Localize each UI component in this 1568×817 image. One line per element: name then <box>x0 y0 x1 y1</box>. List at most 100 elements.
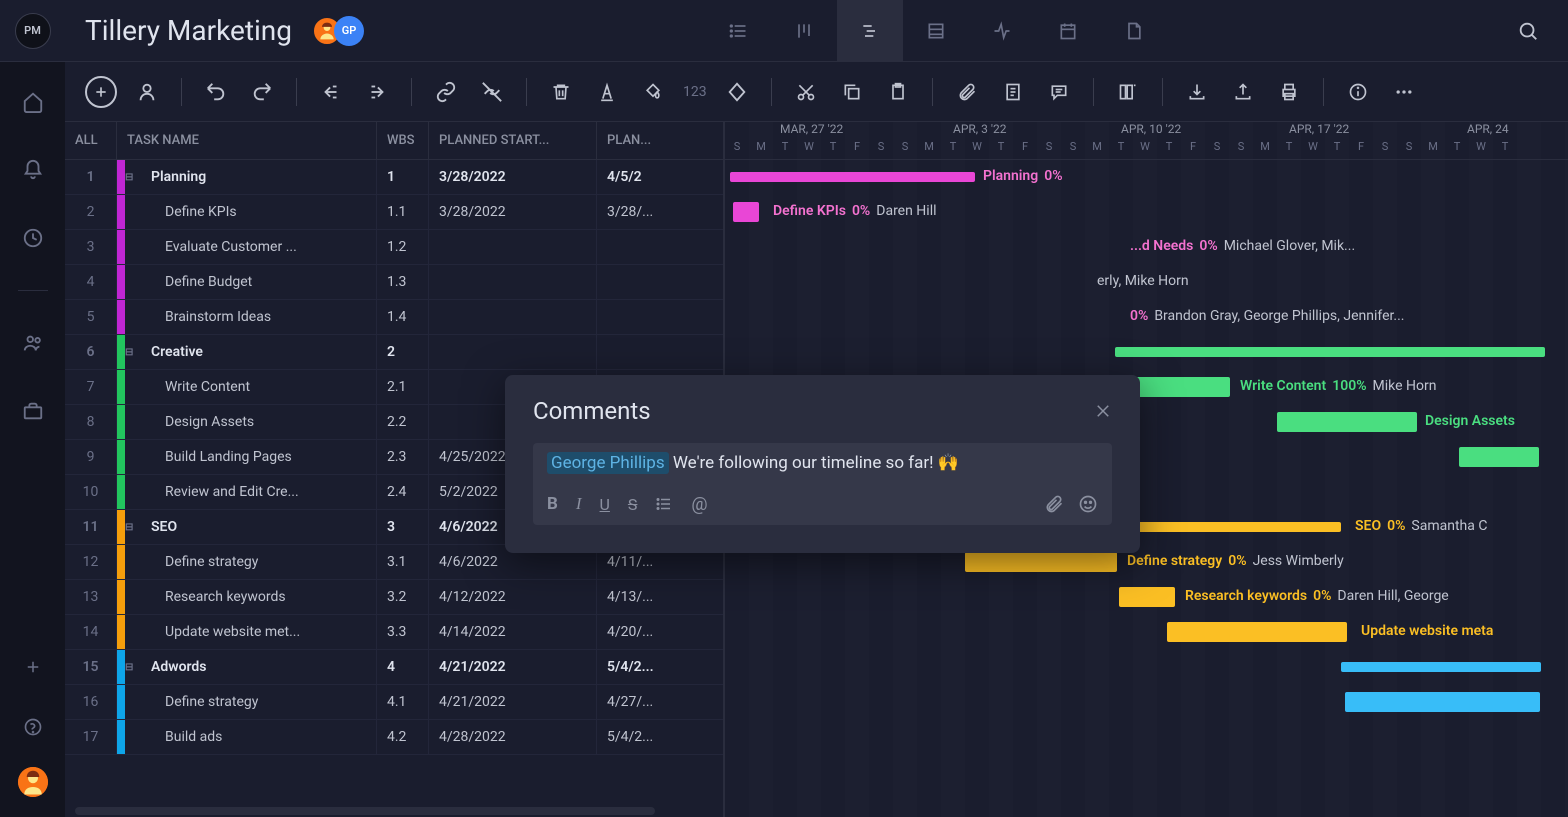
gantt-bar[interactable] <box>1115 347 1545 357</box>
import-icon[interactable] <box>1181 76 1213 108</box>
gantt-row[interactable]: Update website meta <box>725 615 1568 650</box>
redo-icon[interactable] <box>246 76 278 108</box>
cut-icon[interactable] <box>790 76 822 108</box>
table-row[interactable]: 4 Define Budget 1.3 <box>65 265 723 300</box>
italic-icon[interactable]: I <box>576 494 582 514</box>
user-avatar[interactable] <box>18 767 48 797</box>
more-icon[interactable] <box>1388 76 1420 108</box>
view-file-icon[interactable] <box>1101 0 1167 62</box>
color-icon[interactable] <box>637 76 669 108</box>
attach-icon[interactable] <box>1044 494 1064 514</box>
bell-icon[interactable] <box>13 150 53 190</box>
gantt-row[interactable]: erly, Mike Horn <box>725 265 1568 300</box>
gantt-row[interactable]: Define KPIs0%Daren Hill <box>725 195 1568 230</box>
avatar-initials[interactable]: GP <box>334 16 364 46</box>
attachment-icon[interactable] <box>951 76 983 108</box>
table-row[interactable]: 3 Evaluate Customer ... 1.2 <box>65 230 723 265</box>
briefcase-icon[interactable] <box>13 391 53 431</box>
collapse-icon[interactable]: ⊟ <box>125 522 141 533</box>
col-wbs[interactable]: WBS <box>377 122 429 159</box>
table-row[interactable]: 15 ⊟ Adwords 4 4/21/2022 5/4/2... <box>65 650 723 685</box>
table-row[interactable]: 1 ⊟ Planning 1 3/28/2022 4/5/2 <box>65 160 723 195</box>
unlink-icon[interactable] <box>476 76 508 108</box>
view-calendar-icon[interactable] <box>1035 0 1101 62</box>
gantt-row[interactable] <box>725 685 1568 720</box>
help-icon[interactable] <box>13 707 53 747</box>
col-all[interactable]: ALL <box>65 122 117 159</box>
collapse-icon[interactable]: ⊟ <box>125 172 141 183</box>
outdent-icon[interactable] <box>315 76 347 108</box>
gantt-bar[interactable] <box>1341 662 1541 672</box>
gantt-bar-label: Design Assets <box>1425 413 1515 429</box>
app-logo[interactable]: PM <box>15 13 51 49</box>
bold-icon[interactable]: B <box>547 494 558 514</box>
table-row[interactable]: 2 Define KPIs 1.1 3/28/2022 3/28/... <box>65 195 723 230</box>
notes-icon[interactable] <box>997 76 1029 108</box>
view-board-icon[interactable] <box>771 0 837 62</box>
gantt-bar[interactable] <box>1167 622 1347 642</box>
gantt-row[interactable]: 0%Brandon Gray, George Phillips, Jennife… <box>725 300 1568 335</box>
day-label: W <box>1133 140 1157 159</box>
gantt-row[interactable] <box>725 650 1568 685</box>
gantt-row[interactable]: Research keywords0%Daren Hill, George <box>725 580 1568 615</box>
table-row[interactable]: 17 Build ads 4.2 4/28/2022 5/4/2... <box>65 720 723 755</box>
col-start[interactable]: PLANNED START... <box>429 122 597 159</box>
plus-icon[interactable] <box>13 647 53 687</box>
gantt-bar[interactable] <box>1119 587 1175 607</box>
gantt-row[interactable] <box>725 720 1568 755</box>
underline-icon[interactable]: U <box>600 495 610 514</box>
link-icon[interactable] <box>430 76 462 108</box>
view-sheet-icon[interactable] <box>903 0 969 62</box>
home-icon[interactable] <box>13 82 53 122</box>
col-plan[interactable]: PLAN... <box>597 122 717 159</box>
gantt-row[interactable] <box>725 335 1568 370</box>
info-icon[interactable] <box>1342 76 1374 108</box>
search-icon[interactable] <box>1508 11 1548 51</box>
undo-icon[interactable] <box>200 76 232 108</box>
table-row[interactable]: 14 Update website met... 3.3 4/14/2022 4… <box>65 615 723 650</box>
view-gantt-icon[interactable] <box>837 0 903 62</box>
table-row[interactable]: 5 Brainstorm Ideas 1.4 <box>65 300 723 335</box>
mention-chip[interactable]: George Phillips <box>547 452 669 474</box>
gantt-bar[interactable] <box>730 172 975 182</box>
horizontal-scrollbar[interactable] <box>75 807 655 815</box>
clock-icon[interactable] <box>13 218 53 258</box>
emoji-icon[interactable] <box>1078 494 1098 514</box>
gantt-row[interactable]: Planning0% <box>725 160 1568 195</box>
view-list-icon[interactable] <box>705 0 771 62</box>
strike-icon[interactable]: S <box>628 495 638 514</box>
mention-icon[interactable]: @ <box>691 494 707 515</box>
close-icon[interactable] <box>1094 402 1112 420</box>
print-icon[interactable] <box>1273 76 1305 108</box>
people-icon[interactable] <box>13 323 53 363</box>
table-row[interactable]: 6 ⊟ Creative 2 <box>65 335 723 370</box>
paste-icon[interactable] <box>882 76 914 108</box>
add-button[interactable] <box>85 76 117 108</box>
indent-icon[interactable] <box>361 76 393 108</box>
milestone-icon[interactable] <box>721 76 753 108</box>
gantt-bar[interactable] <box>733 202 759 222</box>
col-name[interactable]: TASK NAME <box>117 122 377 159</box>
collapse-icon[interactable]: ⊟ <box>125 347 141 358</box>
table-row[interactable]: 16 Define strategy 4.1 4/21/2022 4/27/..… <box>65 685 723 720</box>
collapse-icon[interactable]: ⊟ <box>125 662 141 673</box>
list-icon[interactable] <box>655 495 673 513</box>
comment-icon[interactable] <box>1043 76 1075 108</box>
font-icon[interactable] <box>591 76 623 108</box>
table-row[interactable]: 13 Research keywords 3.2 4/12/2022 4/13/… <box>65 580 723 615</box>
day-label: S <box>893 140 917 159</box>
gantt-row[interactable]: ...d Needs0%Michael Glover, Mik... <box>725 230 1568 265</box>
copy-icon[interactable] <box>836 76 868 108</box>
delete-icon[interactable] <box>545 76 577 108</box>
gantt-bar[interactable] <box>1277 412 1417 432</box>
gantt-bar[interactable] <box>1345 692 1540 712</box>
export-icon[interactable] <box>1227 76 1259 108</box>
columns-icon[interactable] <box>1112 76 1144 108</box>
collaborator-avatars[interactable]: GP <box>312 16 364 46</box>
gantt-bar[interactable] <box>1459 447 1539 467</box>
gantt-bar[interactable] <box>965 552 1117 572</box>
comment-input[interactable]: George Phillips We're following our time… <box>533 443 1112 525</box>
view-activity-icon[interactable] <box>969 0 1035 62</box>
assign-icon[interactable] <box>131 76 163 108</box>
number-label[interactable]: 123 <box>683 84 707 100</box>
